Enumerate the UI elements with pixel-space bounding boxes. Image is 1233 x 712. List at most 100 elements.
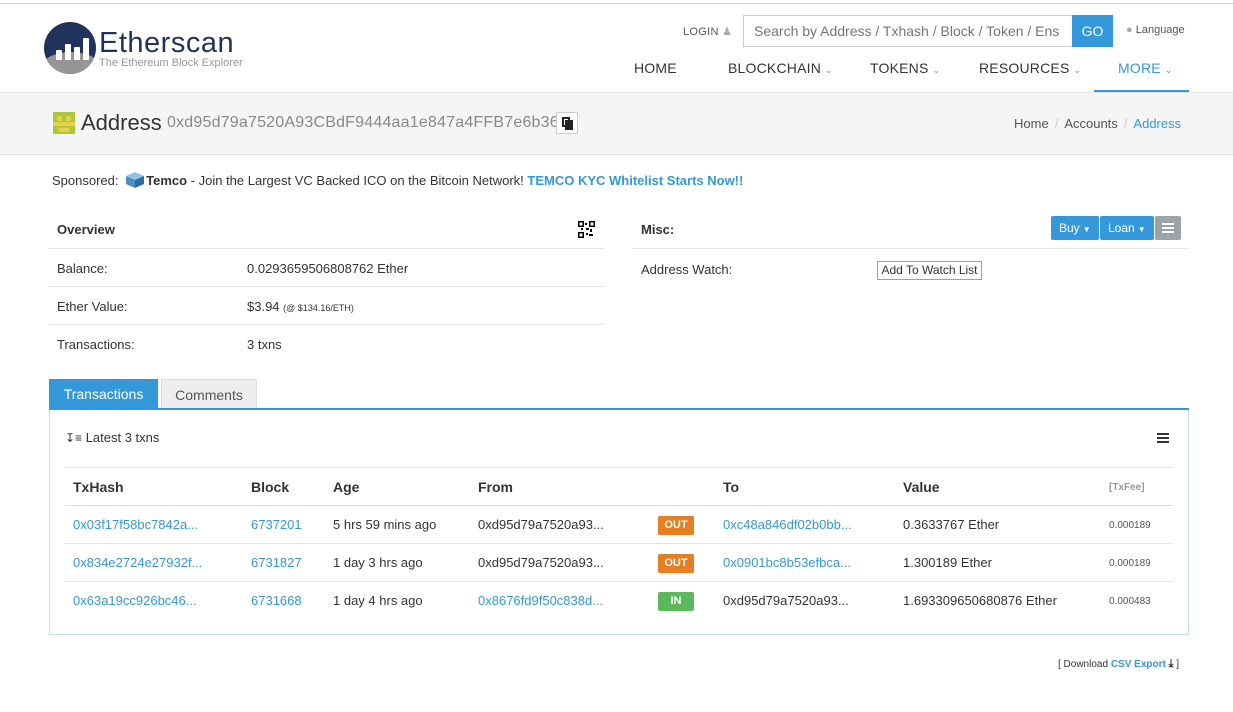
sponsor-text: - Join the Largest VC Backed ICO on the …: [187, 173, 528, 188]
sponsored-label: Sponsored:: [52, 173, 119, 188]
row-divider: [65, 543, 1173, 544]
chevron-down-icon: ⌄: [825, 65, 833, 75]
row-divider: [49, 324, 604, 325]
page-title: Address: [81, 110, 162, 135]
csv-export-link[interactable]: CSV Export: [1111, 659, 1166, 670]
table-menu-icon[interactable]: [1157, 433, 1169, 443]
transactions-label: Transactions:: [57, 337, 135, 352]
tx-fee: 0.000189: [1109, 520, 1151, 531]
tx-to-link[interactable]: 0xc48a846df02b0bb...: [723, 517, 852, 532]
row-divider: [49, 248, 604, 249]
tx-from: 0xd95d79a7520a93...: [478, 517, 604, 532]
logo-icon: [44, 22, 96, 74]
list-menu-button[interactable]: [1155, 216, 1181, 240]
user-icon: ♟: [722, 26, 733, 38]
column-header-to: To: [723, 479, 740, 495]
block-link[interactable]: 6737201: [251, 517, 302, 532]
ether-rate: (@ $134.16/ETH): [283, 303, 354, 313]
tx-age: 5 hrs 59 mins ago: [333, 517, 437, 532]
table-top-border: [65, 467, 1173, 468]
breadcrumb-address: Address: [1133, 116, 1182, 131]
table-header-border: [65, 505, 1173, 506]
address-hash: 0xd95d79a7520A93CBdF9444aa1e847a4FFB7e6b…: [167, 114, 559, 131]
txhash-link[interactable]: 0x834e2724e27932f...: [73, 555, 202, 570]
login-label: LOGIN: [683, 26, 719, 38]
search-input[interactable]: [743, 15, 1073, 47]
row-divider: [65, 581, 1173, 582]
top-border: [0, 3, 1233, 4]
caret-down-icon: ▼: [1082, 225, 1091, 234]
tab-transactions[interactable]: Transactions: [49, 379, 158, 409]
row-divider: [49, 286, 604, 287]
temco-cube-icon: [126, 172, 145, 188]
column-header-block: Block: [251, 479, 290, 495]
nav-resources[interactable]: RESOURCES ⌄: [979, 60, 1081, 76]
balance-value: 0.0293659506808762 Ether: [247, 261, 409, 276]
globe-icon: ●: [1126, 24, 1133, 36]
breadcrumb-home[interactable]: Home: [1014, 116, 1049, 131]
latest-txns-summary: ↧≡ Latest 3 txns: [65, 430, 159, 445]
language-selector[interactable]: ● Language: [1126, 24, 1185, 36]
tx-age: 1 day 4 hrs ago: [333, 593, 423, 608]
tx-fee: 0.000189: [1109, 558, 1151, 569]
overview-heading: Overview: [57, 222, 115, 237]
transactions-count: 3 txns: [247, 337, 282, 352]
address-identicon: [53, 112, 75, 134]
block-link[interactable]: 6731668: [251, 593, 302, 608]
add-to-watch-list-button[interactable]: Add To Watch List: [877, 261, 982, 280]
language-label: Language: [1135, 24, 1185, 36]
column-header-txhash: TxHash: [73, 479, 124, 495]
logo-title: Etherscan: [99, 27, 235, 59]
loan-dropdown-button[interactable]: Loan ▼: [1100, 216, 1154, 240]
qr-code-icon[interactable]: [578, 221, 595, 238]
nav-more[interactable]: MORE ⌄: [1118, 60, 1173, 76]
direction-badge-out: OUT: [658, 554, 694, 573]
sponsor-cta-link[interactable]: TEMCO KYC Whitelist Starts Now!!: [527, 173, 743, 188]
chevron-down-icon: ⌄: [932, 65, 941, 75]
nav-home[interactable]: HOME: [634, 60, 677, 76]
csv-prefix: [ Download: [1058, 659, 1111, 670]
column-header-value: Value: [903, 479, 940, 495]
tx-to-link[interactable]: 0x0901bc8b53efbca...: [723, 555, 851, 570]
chevron-down-icon: ⌄: [1073, 65, 1082, 75]
tx-from: 0xd95d79a7520a93...: [478, 555, 604, 570]
sponsored-banner: Sponsored: Temco - Join the Largest VC B…: [52, 172, 743, 188]
csv-suffix: ]: [1173, 659, 1180, 670]
block-link[interactable]: 6731827: [251, 555, 302, 570]
ether-value-usd: $3.94: [247, 299, 280, 314]
tx-fee: 0.000483: [1109, 596, 1151, 607]
caret-down-icon: ▼: [1137, 225, 1146, 234]
tx-value: 1.300189 Ether: [903, 555, 992, 570]
address-watch-label: Address Watch:: [641, 262, 733, 277]
tx-age: 1 day 3 hrs ago: [333, 555, 423, 570]
breadcrumb: Home / Accounts / Address: [1014, 116, 1182, 131]
etherscan-logo[interactable]: Etherscan The Ethereum Block Explorer: [44, 22, 254, 78]
sponsor-brand[interactable]: Temco: [146, 173, 187, 188]
login-link[interactable]: LOGIN ♟: [683, 25, 732, 38]
txhash-link[interactable]: 0x63a19cc926bc46...: [73, 593, 197, 608]
go-button[interactable]: GO: [1072, 15, 1113, 47]
sort-icon: ↧≡: [65, 431, 83, 445]
misc-heading: Misc:: [641, 222, 675, 237]
column-header-txfee: [TxFee]: [1109, 482, 1145, 493]
tx-value: 0.3633767 Ether: [903, 517, 1000, 532]
ether-value: $3.94 (@ $134.16/ETH): [247, 299, 354, 314]
nav-blockchain[interactable]: BLOCKCHAIN ⌄: [728, 60, 833, 76]
csv-download: [ Download CSV Export ⤓ ]: [1058, 658, 1179, 671]
copy-icon[interactable]: [556, 112, 578, 134]
row-divider: [633, 248, 1189, 249]
balance-label: Balance:: [57, 261, 108, 276]
chevron-down-icon: ⌄: [1164, 65, 1173, 75]
nav-tokens[interactable]: TOKENS ⌄: [870, 60, 940, 76]
tx-from-link[interactable]: 0x8676fd9f50c838d...: [478, 593, 603, 608]
tx-value: 1.693309650680876 Ether: [903, 593, 1057, 608]
txhash-link[interactable]: 0x03f17f58bc7842a...: [73, 517, 198, 532]
buy-dropdown-button[interactable]: Buy ▼: [1051, 216, 1099, 240]
tab-comments[interactable]: Comments: [161, 379, 257, 409]
logo-subtitle: The Ethereum Block Explorer: [99, 57, 243, 69]
breadcrumb-accounts[interactable]: Accounts: [1064, 116, 1117, 131]
tx-to: 0xd95d79a7520a93...: [723, 593, 849, 608]
column-header-age: Age: [333, 479, 360, 495]
ether-value-label: Ether Value:: [57, 299, 128, 314]
column-header-from: From: [478, 479, 513, 495]
